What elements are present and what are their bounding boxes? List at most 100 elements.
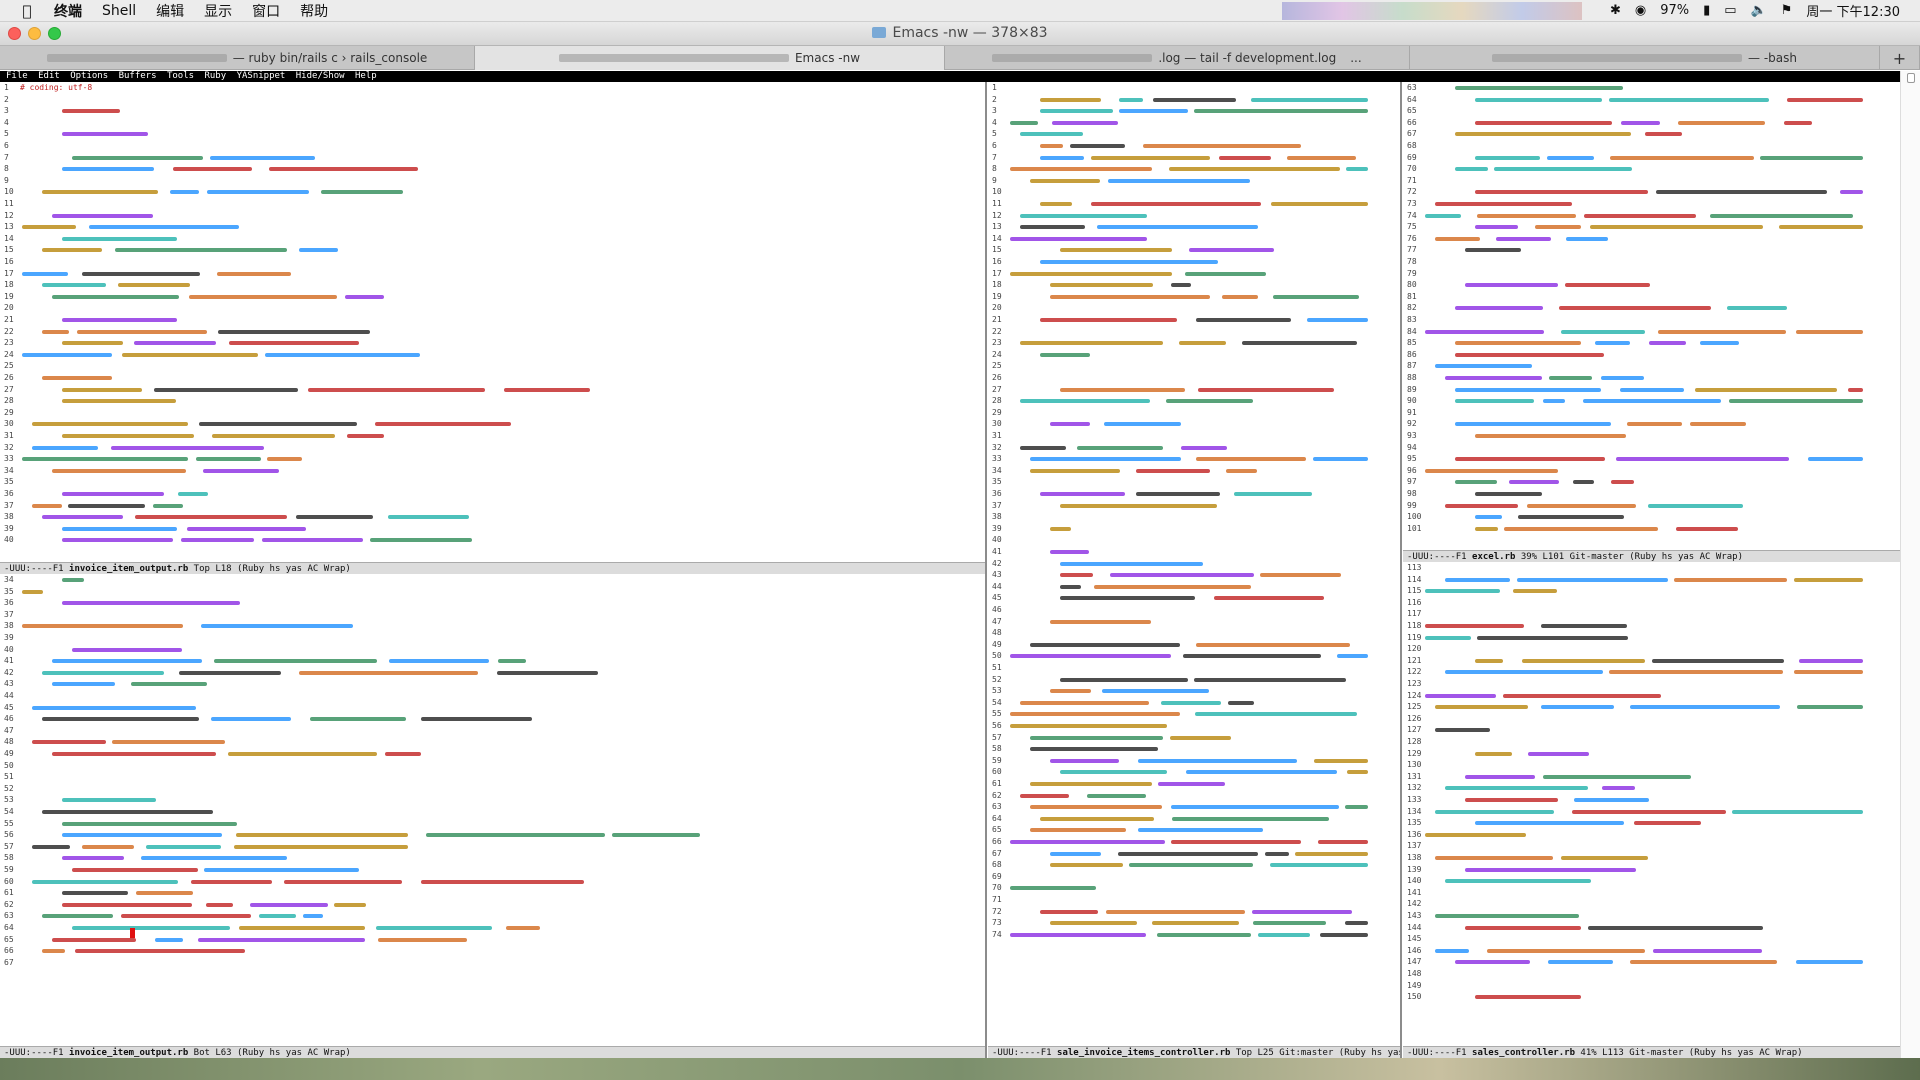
tab-overflow[interactable]: ...: [1350, 51, 1361, 65]
code-token: [1196, 457, 1306, 462]
line-number: 69: [1407, 152, 1417, 162]
apple-icon[interactable]: : [16, 2, 38, 20]
code-token: [310, 717, 406, 722]
line-number: 39: [992, 523, 1002, 533]
line-number: 29: [4, 407, 14, 417]
wifi-icon[interactable]: ◉: [1635, 3, 1646, 18]
emacs-menu-edit[interactable]: Edit: [38, 71, 60, 81]
battery-icon[interactable]: ▮: [1703, 3, 1710, 18]
editor-pane-excel[interactable]: 63 64 65 66 67 68 69 70 71 72 73 74 75 76 77 78 79 80 81 82…: [1403, 82, 1900, 550]
code-token: [1108, 178, 1250, 183]
code-token: [187, 526, 306, 531]
line-number: 38: [4, 512, 14, 522]
code-token: [308, 387, 485, 392]
line-number: 99: [1407, 500, 1417, 510]
line-number: 37: [4, 500, 14, 510]
airplay-icon[interactable]: ▭: [1724, 3, 1736, 18]
code-token: [62, 601, 240, 606]
line-number: 62: [4, 899, 14, 909]
line-number: 11: [4, 199, 14, 208]
editor-pane-sales-controller[interactable]: 113 114 115 116 117 118 119 120 121 122 123 124 125 1…: [1403, 562, 1900, 1046]
editor-pane-invoice-item-output-top[interactable]: 1 # coding: utf-8 2 3 4 5 6 7 8 9 10 11 12 13 14 15 16 17…: [0, 82, 985, 562]
line-number: 58: [4, 853, 14, 863]
line-number: 66: [4, 946, 14, 956]
flag-icon[interactable]: ⚑: [1781, 3, 1793, 18]
menu-shell[interactable]: Shell: [102, 3, 136, 19]
code-token: [1611, 480, 1634, 485]
clock[interactable]: 周一 下午12:30: [1806, 1, 1900, 20]
code-token: [1658, 329, 1786, 334]
code-token: [62, 109, 120, 114]
code-token: [1609, 670, 1783, 675]
volume-icon[interactable]: 🔈: [1751, 3, 1767, 18]
battery-percent[interactable]: 97%: [1660, 3, 1689, 18]
code-token: [1040, 109, 1113, 114]
code-token: [1169, 167, 1340, 172]
code-token: [250, 902, 328, 907]
code-token: [131, 682, 207, 687]
bluetooth-icon[interactable]: ✱: [1610, 3, 1621, 18]
emacs-menu-help[interactable]: Help: [355, 71, 377, 81]
line-number: 88: [1407, 373, 1417, 382]
window-divider[interactable]: [1400, 82, 1402, 1058]
code-token: [82, 844, 134, 849]
code-token: [1143, 144, 1301, 148]
tab-bash[interactable]: — -bash: [1410, 46, 1880, 70]
menu-edit[interactable]: 编辑: [156, 1, 184, 21]
code-token: [22, 271, 68, 276]
tab-rails-console[interactable]: — ruby bin/rails c › rails_console: [0, 46, 475, 70]
code-line-text: # coding: utf-8: [20, 83, 93, 92]
vertical-scrollbar[interactable]: [1900, 71, 1920, 1058]
code-token: [1475, 120, 1612, 125]
code-token: [1517, 577, 1668, 582]
line-number: 20: [992, 303, 1002, 313]
code-token: [284, 879, 402, 884]
line-number: 36: [992, 489, 1002, 498]
tab-emacs[interactable]: Emacs -nw: [475, 46, 945, 70]
code-token: [1435, 705, 1528, 710]
line-number: 91: [1407, 407, 1417, 417]
code-token: [1425, 468, 1558, 473]
code-token: [1087, 793, 1146, 798]
emacs-menu-hideshow[interactable]: Hide/Show: [296, 71, 345, 81]
emacs-menu-tools[interactable]: Tools: [167, 71, 194, 81]
window-title-bar[interactable]: Emacs -nw — 378×83: [0, 22, 1920, 46]
line-number: 39: [4, 523, 14, 533]
code-token: [1455, 86, 1623, 90]
emacs-menu-yasnippet[interactable]: YASnippet: [237, 71, 286, 81]
code-token: [1487, 948, 1645, 953]
code-token: [1561, 329, 1645, 334]
code-token: [1020, 132, 1083, 137]
code-token: [1455, 132, 1631, 137]
line-number: 36: [4, 489, 14, 498]
editor-pane-invoice-item-output-bottom[interactable]: 34 35 36 37 38 39 40 41 42 43 44 45 46 47 48 49 50 51 52 53…: [0, 574, 985, 1046]
code-token: [259, 914, 296, 919]
tab-tail-log[interactable]: .log — tail -f development.log...: [945, 46, 1410, 70]
line-number: 73: [1407, 199, 1417, 208]
new-tab-button[interactable]: +: [1880, 46, 1920, 70]
menu-window[interactable]: 窗口: [252, 1, 280, 21]
code-token: [1475, 751, 1512, 756]
line-number: 150: [1407, 992, 1422, 1002]
emacs-menu-options[interactable]: Options: [70, 71, 108, 81]
code-token: [1561, 856, 1648, 860]
line-number: 75: [1407, 222, 1417, 232]
emacs-menu-file[interactable]: File: [6, 71, 28, 81]
code-token: [378, 937, 467, 942]
emacs-menu-buffers[interactable]: Buffers: [119, 71, 157, 81]
line-number: 43: [4, 679, 14, 689]
code-token: [1060, 770, 1167, 775]
code-token: [1106, 909, 1245, 914]
line-number: 7: [4, 152, 9, 162]
modeline-buffer-name: invoice_item_output.rb: [69, 1048, 189, 1058]
editor-pane-sale-invoice-items-controller[interactable]: 1 2 3 4 5 6 7 8 9 10 11 12 13 14 15 16 17 18 19 20 21 22 23 24 2…: [988, 82, 1400, 1046]
emacs-menu-ruby[interactable]: Ruby: [204, 71, 226, 81]
line-number: 38: [992, 512, 1002, 522]
menu-app-name[interactable]: 终端: [54, 1, 82, 21]
code-token: [1465, 283, 1558, 288]
menu-help[interactable]: 帮助: [300, 1, 328, 21]
scrollbar-thumb[interactable]: [1907, 73, 1915, 83]
menu-view[interactable]: 显示: [204, 1, 232, 21]
line-number: 143: [1407, 911, 1422, 920]
window-divider[interactable]: [985, 82, 987, 1058]
